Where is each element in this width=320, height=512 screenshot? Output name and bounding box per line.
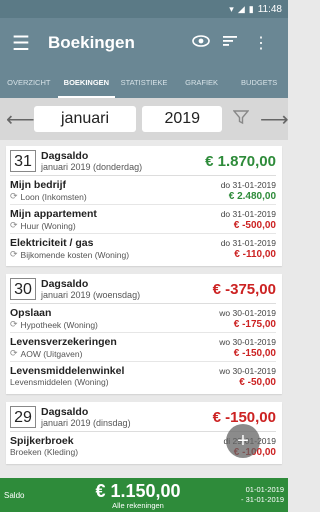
sort-icon[interactable] [216, 34, 246, 52]
transaction-row[interactable]: Levensmiddelenwinkel wo 30-01-2019 Levens… [10, 362, 276, 390]
month-selector[interactable]: januari [34, 106, 137, 132]
day-label: Dagsaldo [41, 406, 89, 418]
saldo-accounts[interactable]: Alle rekeningen [44, 501, 232, 510]
period-navigator: ⟵ januari 2019 ⟶ [0, 98, 289, 140]
transaction-category: Broeken (Kleding) [10, 447, 79, 457]
menu-icon[interactable]: ☰ [12, 31, 40, 56]
tab-grafiek[interactable]: GRAFIEK [173, 68, 231, 98]
tab-boekingen[interactable]: BOEKINGEN [57, 68, 116, 98]
day-header[interactable]: 31 Dagsaldo januari 2019 (donderdag) € 1… [10, 150, 276, 176]
transaction-row[interactable]: Levensverzekeringen wo 30-01-2019 ⟳ AOW (U… [10, 333, 276, 362]
recurring-icon: ⟳ [10, 249, 18, 259]
tab-overzicht[interactable]: OVERZICHT [0, 68, 58, 98]
day-date: januari 2019 (donderdag) [41, 162, 143, 172]
saldo-total: € 1.150,00 [95, 480, 181, 501]
transaction-date: wo 30-01-2019 [219, 308, 276, 318]
day-saldo: € 1.870,00 [205, 152, 276, 170]
transaction-name: Levensverzekeringen [10, 336, 117, 348]
saldo-bar: Saldo € 1.150,00 Alle rekeningen 01-01-2… [0, 478, 288, 512]
recurring-icon: ⟳ [10, 319, 18, 329]
transaction-amount: € -175,00 [233, 319, 276, 330]
filter-icon[interactable] [228, 109, 254, 130]
more-vert-icon[interactable]: ⋮ [246, 33, 276, 53]
arrow-right-icon[interactable]: ⟶ [260, 107, 289, 132]
transaction-amount: € 2.480,00 [228, 191, 276, 202]
status-bar: ▾ ◢ ▮ 11:48 [0, 0, 288, 18]
transaction-date: wo 30-01-2019 [219, 366, 276, 376]
day-number: 29 [10, 406, 36, 428]
transaction-category: Levensmiddelen (Woning) [10, 377, 109, 387]
transaction-row[interactable]: Opslaan wo 30-01-2019 ⟳ Hypotheek (Woning)… [10, 304, 276, 333]
day-saldo: € -375,00 [212, 280, 276, 298]
range-to: - 31-01-2019 [241, 495, 284, 504]
transaction-category: Bijkomende kosten (Woning) [20, 249, 130, 260]
add-booking-button[interactable]: + [226, 424, 260, 458]
battery-icon: ▮ [248, 3, 254, 14]
day-label: Dagsaldo [41, 150, 89, 162]
range-from: 01-01-2019 [245, 485, 284, 494]
transaction-row[interactable]: Elektriciteit / gas do 31-01-2019 ⟳ Bijkom… [10, 234, 276, 262]
tab-bar: OVERZICHT BOEKINGEN STATISTIEKE GRAFIEK … [0, 68, 288, 98]
transaction-amount: € -50,00 [239, 377, 276, 388]
plus-icon: + [237, 430, 249, 452]
app-bar: ☰ Boekingen ⋮ [0, 18, 288, 68]
transaction-row[interactable]: Mijn bedrijf do 31-01-2019 ⟳ Loon (Inkomst… [10, 176, 276, 205]
transaction-name: Opslaan [10, 307, 52, 319]
day-card: 30 Dagsaldo januari 2019 (woensdag) € -3… [6, 274, 282, 394]
transaction-name: Mijn bedrijf [10, 179, 66, 191]
transaction-amount: € -500,00 [233, 220, 276, 231]
day-date: januari 2019 (woensdag) [41, 290, 141, 300]
transaction-date: wo 30-01-2019 [219, 337, 276, 347]
page-title: Boekingen [48, 33, 135, 52]
transaction-amount: € -110,00 [234, 249, 276, 260]
transaction-date: do 31-01-2019 [220, 238, 276, 248]
day-label: Dagsaldo [41, 278, 89, 290]
transaction-date: do 31-01-2019 [220, 209, 276, 219]
wifi-icon: ▾ [229, 3, 234, 14]
recurring-icon: ⟳ [10, 191, 18, 201]
transaction-category: Loon (Inkomsten) [20, 191, 87, 202]
transaction-date: do 31-01-2019 [220, 180, 276, 190]
transaction-amount: € -150,00 [233, 348, 276, 359]
recurring-icon: ⟳ [10, 220, 18, 230]
signal-icon: ◢ [237, 3, 245, 14]
transaction-name: Spijkerbroek [10, 435, 74, 447]
year-selector[interactable]: 2019 [142, 106, 223, 132]
transaction-category: AOW (Uitgaven) [20, 348, 83, 359]
transaction-name: Mijn appartement [10, 208, 97, 220]
day-card: 31 Dagsaldo januari 2019 (donderdag) € 1… [6, 146, 282, 266]
transaction-row[interactable]: Mijn appartement do 31-01-2019 ⟳ Huur (Won… [10, 205, 276, 234]
status-time: 11:48 [257, 3, 282, 15]
day-date: januari 2019 (dinsdag) [41, 418, 131, 428]
transaction-category: Hypotheek (Woning) [20, 319, 98, 330]
transaction-name: Elektriciteit / gas [10, 237, 94, 249]
day-number: 31 [10, 150, 36, 172]
tab-statistieken[interactable]: STATISTIEKE [115, 68, 173, 98]
recurring-icon: ⟳ [10, 348, 18, 358]
arrow-left-icon[interactable]: ⟵ [6, 107, 35, 132]
day-header[interactable]: 30 Dagsaldo januari 2019 (woensdag) € -3… [10, 278, 276, 304]
eye-icon[interactable] [186, 34, 216, 52]
tab-budgets[interactable]: BUDGETS [230, 68, 288, 98]
day-saldo: € -150,00 [212, 408, 276, 426]
day-number: 30 [10, 278, 36, 300]
transaction-name: Levensmiddelenwinkel [10, 365, 125, 377]
saldo-label: Saldo [4, 490, 25, 500]
transaction-category: Huur (Woning) [20, 220, 76, 231]
